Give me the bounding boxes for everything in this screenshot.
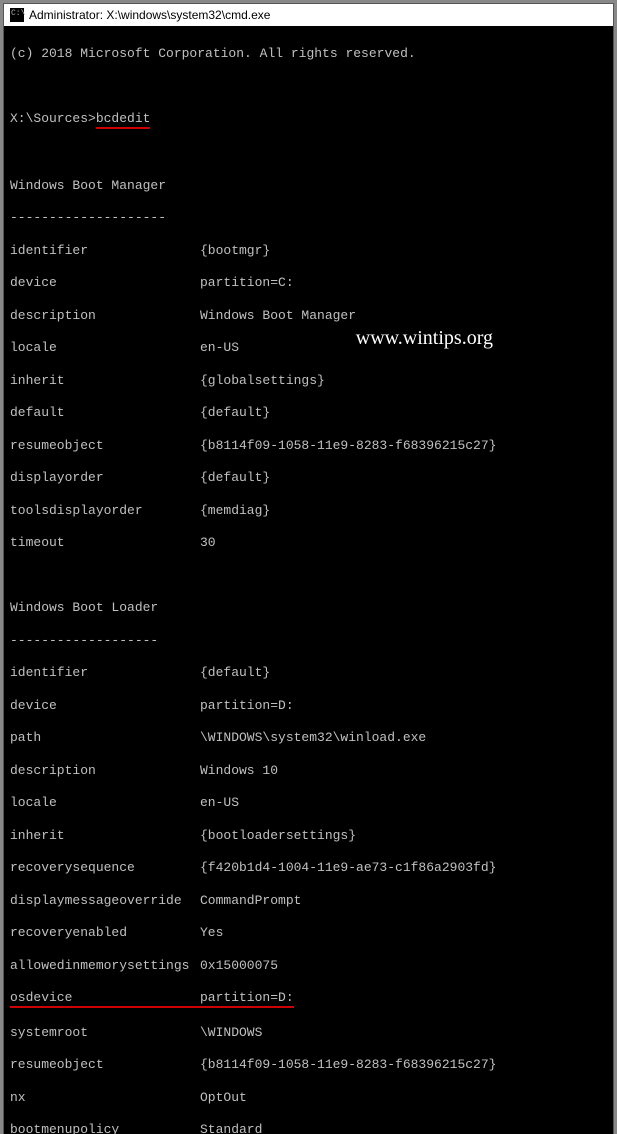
section-divider: -------------------: [10, 633, 607, 649]
bm-default: default{default}: [10, 405, 607, 421]
prompt-text: X:\Sources>: [10, 111, 96, 126]
titlebar[interactable]: Administrator: X:\windows\system32\cmd.e…: [4, 4, 613, 26]
bl-path: path\WINDOWS\system32\winload.exe: [10, 730, 607, 746]
bl-allowedinmemorysettings: allowedinmemorysettings0x15000075: [10, 958, 607, 974]
bl-bootmenupolicy: bootmenupolicyStandard: [10, 1122, 607, 1134]
section-boot-loader-title: Windows Boot Loader: [10, 600, 607, 616]
bl-recoverysequence: recoverysequence{f420b1d4-1004-11e9-ae73…: [10, 860, 607, 876]
bl-device: devicepartition=D:: [10, 698, 607, 714]
terminal-area[interactable]: (c) 2018 Microsoft Corporation. All righ…: [4, 26, 613, 1134]
section-boot-manager-title: Windows Boot Manager: [10, 178, 607, 194]
bl-inherit: inherit{bootloadersettings}: [10, 828, 607, 844]
bl-identifier: identifier{default}: [10, 665, 607, 681]
cmd-window: Administrator: X:\windows\system32\cmd.e…: [3, 3, 614, 1134]
bl-locale: localeen-US: [10, 795, 607, 811]
bm-timeout: timeout30: [10, 535, 607, 551]
bl-description: descriptionWindows 10: [10, 763, 607, 779]
bm-resumeobject: resumeobject{b8114f09-1058-11e9-8283-f68…: [10, 438, 607, 454]
bm-locale: localeen-US: [10, 340, 607, 356]
bl-resumeobject: resumeobject{b8114f09-1058-11e9-8283-f68…: [10, 1057, 607, 1073]
window-title: Administrator: X:\windows\system32\cmd.e…: [29, 8, 270, 22]
bm-inherit: inherit{globalsettings}: [10, 373, 607, 389]
bl-displaymessageoverride: displaymessageoverrideCommandPrompt: [10, 893, 607, 909]
command-typed: bcdedit: [96, 111, 151, 129]
bm-toolsdisplayorder: toolsdisplayorder{memdiag}: [10, 503, 607, 519]
cmd-icon: [10, 8, 24, 22]
prompt-line-1: X:\Sources>bcdedit: [10, 111, 607, 129]
bl-nx: nxOptOut: [10, 1090, 607, 1106]
bl-systemroot: systemroot\WINDOWS: [10, 1025, 607, 1041]
bl-recoveryenabled: recoveryenabledYes: [10, 925, 607, 941]
bm-displayorder: displayorder{default}: [10, 470, 607, 486]
bm-device: devicepartition=C:: [10, 275, 607, 291]
section-divider: --------------------: [10, 210, 607, 226]
bl-osdevice: osdevicepartition=D:: [10, 990, 607, 1008]
copyright-line: (c) 2018 Microsoft Corporation. All righ…: [10, 46, 607, 62]
bm-identifier: identifier{bootmgr}: [10, 243, 607, 259]
bm-description: descriptionWindows Boot Manager: [10, 308, 607, 324]
